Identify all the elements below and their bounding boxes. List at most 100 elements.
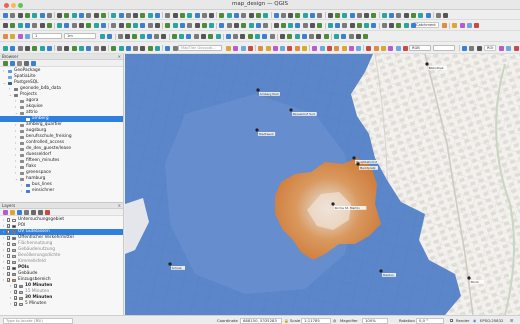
pan-map-icon[interactable] [334,34,339,39]
roi-button[interactable]: ROI [484,45,497,51]
layout-manager-icon[interactable] [366,45,372,51]
zoom-layer-icon[interactable] [100,12,106,18]
copy-icon[interactable] [247,45,253,51]
refresh-icon[interactable] [10,61,15,66]
history-icon[interactable] [312,45,318,51]
expand-all-icon[interactable] [31,210,36,215]
python-icon[interactable] [240,34,246,39]
delete-icon[interactable] [186,34,192,39]
change-label-icon[interactable] [147,45,153,51]
results-icon[interactable] [319,45,325,51]
layer-visibility-checkbox[interactable]: ✓ [7,272,11,276]
cut-icon[interactable] [288,12,294,18]
scale-unit-select[interactable]: 1m [64,33,96,39]
label-icon[interactable] [209,12,215,18]
add-feature-icon[interactable] [187,23,193,28]
edit-toggle-icon[interactable] [255,12,261,18]
pan-to-selection-icon[interactable] [388,45,394,51]
zoom-full-icon[interactable] [462,45,467,51]
save-as-icon[interactable] [317,23,323,28]
measure-icon[interactable] [194,12,200,18]
select-icon[interactable] [155,12,160,18]
identify-icon[interactable] [57,45,63,51]
zoom-full-icon[interactable] [10,23,16,28]
graphical-modeler-icon[interactable] [302,45,307,51]
zoom-out-icon[interactable] [371,23,377,28]
history-icon[interactable] [262,34,268,39]
redo-icon[interactable] [317,12,323,18]
raster-band-select[interactable]: RGB [409,45,431,51]
chevron-right-icon[interactable]: › [21,188,25,194]
open-project-icon[interactable] [10,12,16,18]
delete-icon[interactable] [280,12,286,18]
measure-icon[interactable] [100,34,105,39]
open-project-icon[interactable] [334,45,340,51]
open-project-icon[interactable] [381,12,387,18]
undo-icon[interactable] [234,23,239,28]
copy-icon[interactable] [219,23,225,28]
save-project-icon[interactable] [294,34,300,39]
save-project-icon[interactable] [341,45,347,51]
copy-icon[interactable] [200,34,206,39]
zoom-in-icon[interactable] [364,23,370,28]
new-map-view-icon[interactable] [46,23,52,28]
attribute-table-icon[interactable] [172,12,178,18]
zoom-next-icon[interactable] [118,12,124,18]
field-calculator-icon[interactable] [100,23,106,28]
results-icon[interactable] [269,34,275,39]
crs-label[interactable]: EPSG:25832 [480,318,503,323]
digitize-icon[interactable] [155,45,160,51]
save-as-icon[interactable] [24,12,30,18]
measure-icon[interactable] [100,45,106,51]
save-as-icon[interactable] [301,34,307,39]
statistics-icon[interactable] [93,45,99,51]
field-calculator-icon[interactable] [17,34,23,39]
layer-visibility-checkbox[interactable]: ✓ [14,290,18,294]
label-icon[interactable] [117,34,123,39]
collapse-all-layers-icon[interactable] [38,210,43,215]
save-as-icon[interactable] [396,12,402,18]
save-project-icon[interactable] [389,12,394,18]
zoom-layer-icon[interactable] [24,23,30,28]
vertex-tool-icon[interactable] [179,34,184,39]
digitize-icon[interactable] [154,34,160,39]
processing-icon[interactable] [263,23,269,28]
processing-icon[interactable] [294,45,300,51]
print-layout-icon[interactable] [309,34,315,39]
change-label-icon[interactable] [146,34,152,39]
layout-manager-icon[interactable] [334,23,340,28]
graphical-modeler-icon[interactable] [255,34,260,39]
refresh-map-icon[interactable] [459,23,465,28]
move-label-icon[interactable] [133,45,139,51]
zoom-in-icon[interactable] [71,12,77,18]
change-label-icon[interactable] [165,23,171,28]
zoom-next-icon[interactable] [24,45,30,51]
raster-value-field[interactable] [433,45,455,51]
digitize-icon[interactable] [248,12,254,18]
python-icon[interactable] [334,12,340,18]
save-project-icon[interactable] [310,23,315,28]
deselect-icon[interactable] [86,23,92,28]
catchment-button[interactable]: Catchment [413,22,439,28]
annotation-icon[interactable] [201,12,207,18]
pin-icon[interactable] [125,45,131,51]
pan-map-icon[interactable] [425,12,431,18]
zoom-last-icon[interactable] [32,23,38,28]
refresh-map-icon[interactable] [46,45,52,51]
delete-icon[interactable] [233,45,239,51]
undo-icon[interactable] [310,12,315,18]
manage-map-themes-icon[interactable] [17,210,22,215]
zoom-in-icon[interactable] [348,34,354,39]
add-layer-icon[interactable] [3,61,8,66]
new-map-view-icon[interactable] [32,45,38,51]
redo-icon[interactable] [272,45,278,51]
plugin-icon[interactable] [248,23,254,28]
save-as-icon[interactable] [348,45,354,51]
layout-manager-icon[interactable] [410,12,416,18]
temporal-controller-icon[interactable] [39,45,45,51]
identify-icon[interactable] [466,23,472,28]
cut-icon[interactable] [240,45,246,51]
pin-icon[interactable] [140,23,146,28]
scale-lock-icon[interactable]: 🔒 [284,318,289,323]
print-layout-icon[interactable] [327,23,333,28]
